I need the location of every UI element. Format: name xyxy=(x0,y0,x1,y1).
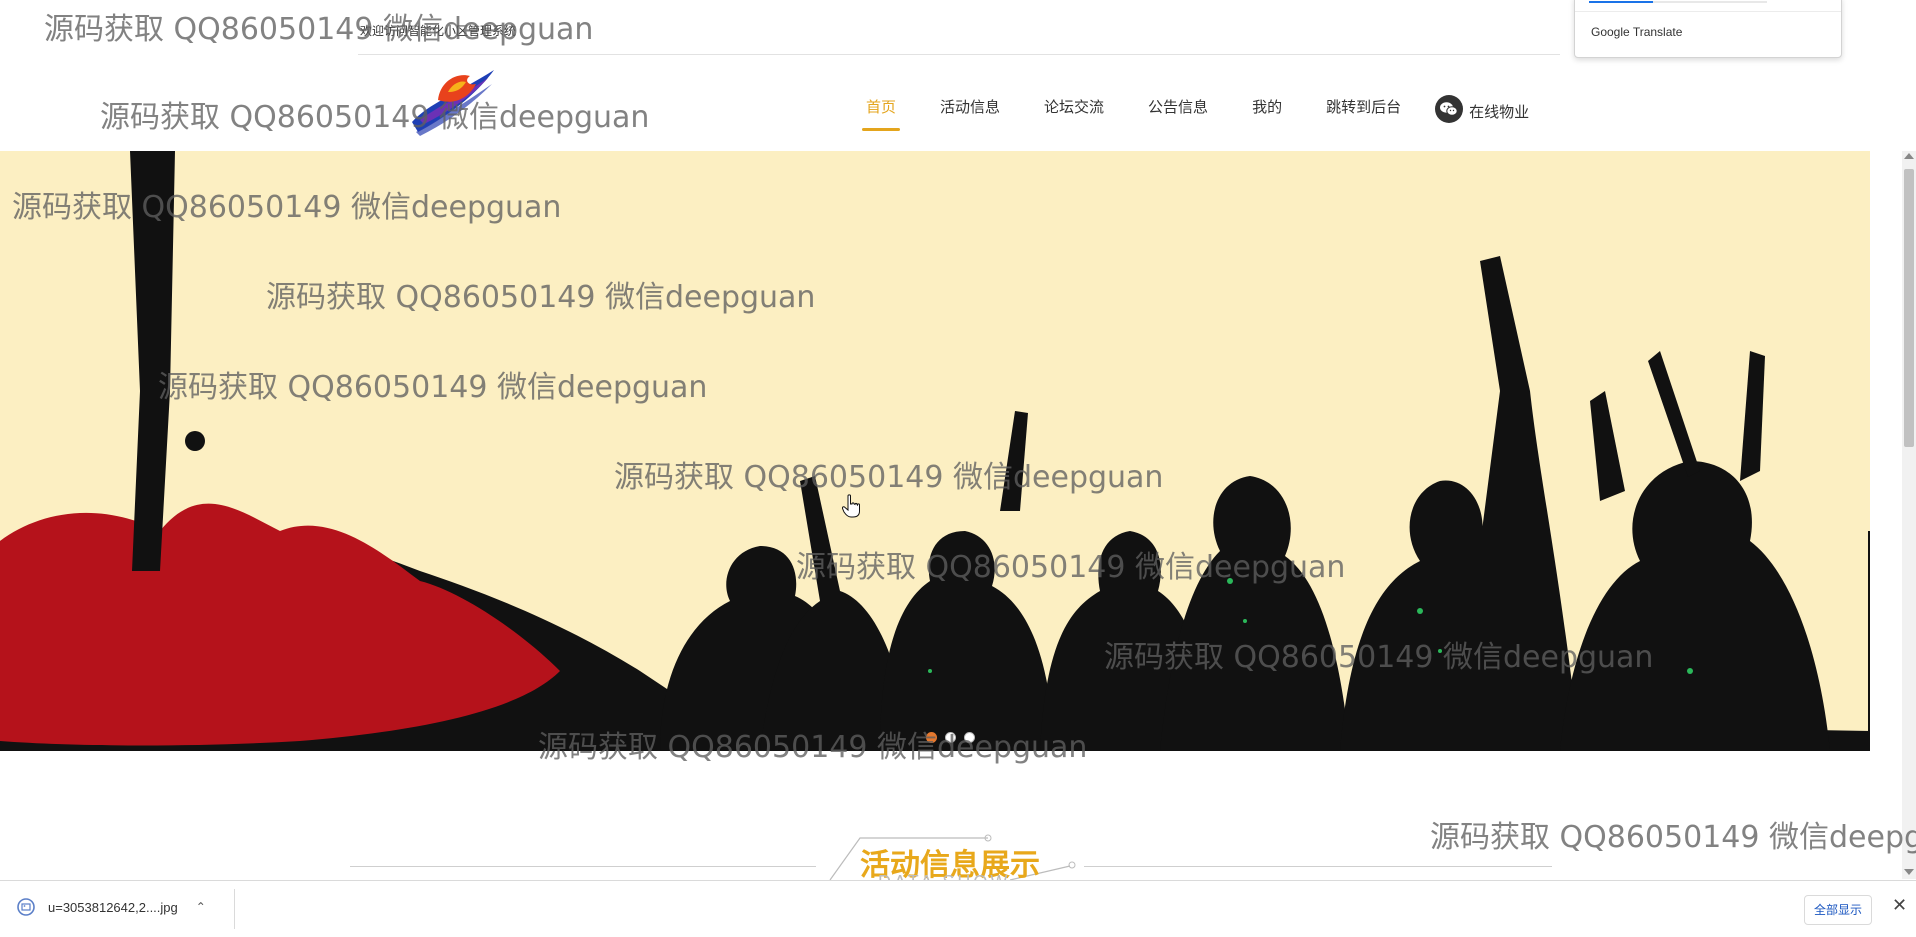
welcome-text: 欢迎访问智能化小区管理系统 xyxy=(360,24,517,38)
nav-forum[interactable]: 论坛交流 xyxy=(1042,92,1106,125)
translate-progress xyxy=(1589,1,1767,3)
chevron-up-icon[interactable]: ⌃ xyxy=(196,900,206,914)
hand-cursor-icon xyxy=(842,494,860,518)
online-property-link[interactable]: 在线物业 xyxy=(1435,94,1530,123)
google-translate-widget[interactable]: Google Translate xyxy=(1574,0,1842,58)
scroll-down-arrow-icon[interactable] xyxy=(1904,869,1914,875)
hero-banner[interactable] xyxy=(0,151,1870,751)
section-subtitle: DATA SHOW xyxy=(878,872,1010,880)
banner-image xyxy=(0,151,1870,751)
nav-announcements[interactable]: 公告信息 xyxy=(1146,92,1210,125)
header-divider xyxy=(358,54,1560,55)
carousel-dot-2[interactable] xyxy=(945,732,956,743)
close-icon[interactable]: ✕ xyxy=(1892,895,1907,916)
section-line-right xyxy=(1084,866,1552,867)
page-scrollbar[interactable] xyxy=(1902,151,1916,879)
scroll-thumb[interactable] xyxy=(1904,169,1914,447)
download-file-name: u=3053812642,2....jpg xyxy=(48,899,178,915)
wechat-icon xyxy=(1435,94,1464,123)
nav-admin[interactable]: 跳转到后台 xyxy=(1324,92,1403,125)
carousel-dot-1[interactable] xyxy=(926,732,937,743)
scroll-up-arrow-icon[interactable] xyxy=(1904,153,1914,159)
main-nav: 首页 活动信息 论坛交流 公告信息 我的 跳转到后台 在线物业 xyxy=(861,92,1530,131)
watermark: 源码获取 QQ86050149 微信deepguan xyxy=(100,100,650,135)
carousel-indicators xyxy=(926,732,975,743)
nav-home[interactable]: 首页 xyxy=(861,92,901,131)
carousel-dot-3[interactable] xyxy=(964,732,975,743)
section-line-left xyxy=(350,866,816,867)
wechat-label: 在线物业 xyxy=(1469,103,1530,121)
image-file-icon xyxy=(17,898,35,916)
download-item[interactable]: u=3053812642,2....jpg ⌃ xyxy=(16,897,206,917)
site-logo[interactable] xyxy=(408,62,498,136)
download-bar: u=3053812642,2....jpg ⌃ 全部显示 ✕ xyxy=(0,880,1916,937)
google-translate-label: Google Translate xyxy=(1591,25,1683,39)
show-all-downloads-button[interactable]: 全部显示 xyxy=(1804,895,1872,925)
nav-mine[interactable]: 我的 xyxy=(1250,92,1284,125)
nav-activity-info[interactable]: 活动信息 xyxy=(938,92,1002,125)
watermark: 源码获取 QQ86050149 微信deepguan xyxy=(1430,820,1916,855)
